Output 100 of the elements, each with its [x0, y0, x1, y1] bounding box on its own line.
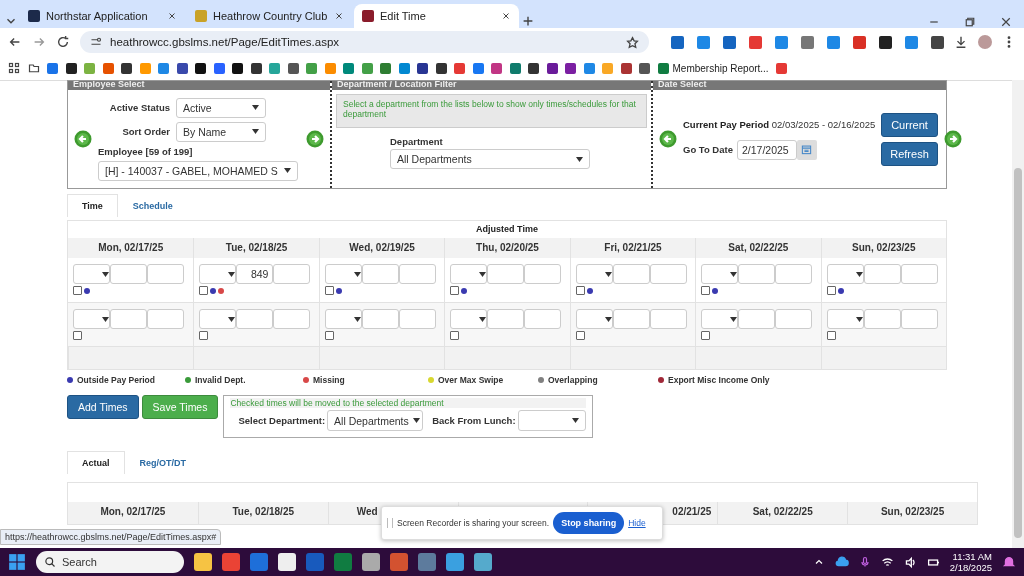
checkbox[interactable]	[324, 286, 334, 295]
checkbox[interactable]	[450, 286, 460, 295]
type-dropdown[interactable]	[826, 309, 864, 329]
time-field[interactable]: 849	[236, 264, 274, 284]
time-field[interactable]	[649, 309, 687, 329]
time-field[interactable]	[863, 264, 901, 284]
profile-avatar[interactable]	[978, 35, 992, 49]
taskbar-app-icon[interactable]	[278, 553, 296, 571]
time-field[interactable]	[612, 264, 650, 284]
tab[interactable]: Schedule	[117, 194, 188, 217]
date-button[interactable]: Refresh	[881, 141, 938, 166]
bookmark-icon[interactable]	[528, 62, 539, 74]
close-tab-icon[interactable]	[334, 11, 344, 21]
type-dropdown[interactable]	[324, 309, 362, 329]
type-dropdown[interactable]	[199, 309, 237, 329]
checkbox[interactable]	[324, 331, 334, 340]
cloud-icon[interactable]	[834, 555, 849, 569]
windows-logo-icon[interactable]	[8, 553, 26, 571]
bookmark-icon[interactable]	[639, 62, 650, 74]
bookmark-icon[interactable]	[250, 62, 262, 74]
time-field[interactable]	[738, 264, 776, 284]
back-icon[interactable]	[8, 35, 22, 49]
address-bar[interactable]: heathrowcc.gbslms.net/Page/EditTimes.aspx	[80, 31, 649, 53]
stop-sharing-button[interactable]: Stop sharing	[553, 512, 625, 534]
search-field[interactable]: Search	[36, 551, 184, 573]
bookmark-icon[interactable]	[121, 62, 132, 74]
time-field[interactable]	[900, 264, 938, 284]
bookmark-link[interactable]: Membership Report...	[657, 62, 769, 74]
bookmark-icon[interactable]	[287, 62, 299, 74]
checkbox[interactable]	[199, 331, 209, 340]
tab[interactable]: Time	[67, 194, 118, 217]
type-dropdown[interactable]	[73, 309, 110, 329]
tab[interactable]: Reg/OT/DT	[124, 451, 201, 474]
site-settings-icon[interactable]	[90, 36, 102, 48]
checkbox[interactable]	[575, 286, 585, 295]
department-dropdown[interactable]: All Departments	[390, 149, 590, 169]
time-field[interactable]	[361, 264, 399, 284]
bookmark-icon[interactable]	[232, 62, 243, 74]
time-field[interactable]	[147, 309, 184, 329]
type-dropdown[interactable]	[199, 264, 237, 284]
checkbox[interactable]	[73, 331, 82, 340]
browser-tab[interactable]: Northstar Application	[20, 4, 185, 28]
date-button[interactable]: Current	[881, 112, 938, 137]
time-field[interactable]	[487, 309, 525, 329]
close-icon[interactable]	[1000, 16, 1012, 28]
checkbox[interactable]	[826, 286, 836, 295]
time-field[interactable]	[775, 264, 813, 284]
sort-dropdown[interactable]: By Name	[176, 121, 266, 142]
forward-arrow-icon[interactable]	[306, 130, 324, 148]
bookmark-icon[interactable]	[195, 62, 206, 74]
speaker-icon[interactable]	[903, 555, 917, 569]
time-field[interactable]	[361, 309, 399, 329]
employee-dropdown[interactable]: [H] - 140037 - GABEL, MOHAMED S	[98, 160, 298, 181]
time-field[interactable]	[612, 309, 650, 329]
bookmark-icon[interactable]	[435, 62, 447, 74]
browser-tab[interactable]: Heathrow Country Club	[187, 4, 352, 28]
type-dropdown[interactable]	[701, 264, 739, 284]
notification-bell-icon[interactable]	[1002, 555, 1016, 569]
status-dropdown[interactable]: Active	[176, 97, 266, 118]
time-field[interactable]	[147, 264, 184, 284]
type-dropdown[interactable]	[73, 264, 110, 284]
time-field[interactable]	[236, 309, 274, 329]
forward-icon[interactable]	[32, 35, 46, 49]
calendar-button[interactable]	[796, 139, 817, 160]
type-dropdown[interactable]	[575, 309, 613, 329]
close-tab-icon[interactable]	[167, 11, 177, 21]
type-dropdown[interactable]	[701, 309, 739, 329]
reload-icon[interactable]	[56, 35, 70, 49]
time-field[interactable]	[398, 309, 436, 329]
bookmark-icon[interactable]	[620, 62, 632, 74]
browser-tab[interactable]: Edit Time	[354, 4, 519, 28]
bookmark-icon[interactable]	[417, 62, 428, 74]
checkbox[interactable]	[450, 331, 460, 340]
time-field[interactable]	[524, 264, 562, 284]
type-dropdown[interactable]	[450, 309, 488, 329]
checkbox[interactable]	[826, 331, 836, 340]
bookmark-icon[interactable]	[65, 62, 77, 74]
bookmark-icon[interactable]	[546, 62, 558, 74]
time-field[interactable]	[110, 309, 147, 329]
checkbox[interactable]	[575, 331, 585, 340]
time-field[interactable]	[900, 309, 938, 329]
download-icon[interactable]	[954, 35, 968, 49]
microphone-icon[interactable]	[858, 556, 871, 568]
checkbox[interactable]	[199, 286, 209, 295]
action-button[interactable]: Add Times	[67, 395, 139, 419]
bookmark-star-icon[interactable]	[626, 35, 639, 49]
back-arrow-icon[interactable]	[74, 130, 92, 148]
folder-icon[interactable]	[27, 62, 40, 74]
scrollbar-thumb[interactable]	[1014, 168, 1022, 538]
checkbox[interactable]	[73, 286, 82, 295]
extension-icon[interactable]	[931, 35, 944, 49]
restore-icon[interactable]	[964, 16, 976, 28]
date-field[interactable]: 2/17/2025	[736, 139, 797, 160]
extension-icon[interactable]	[879, 35, 892, 49]
time-field[interactable]	[738, 309, 776, 329]
type-dropdown[interactable]	[324, 264, 362, 284]
time-field[interactable]	[863, 309, 901, 329]
back-arrow-icon[interactable]	[659, 130, 677, 148]
tab[interactable]: Actual	[67, 451, 125, 474]
time-field[interactable]	[110, 264, 147, 284]
